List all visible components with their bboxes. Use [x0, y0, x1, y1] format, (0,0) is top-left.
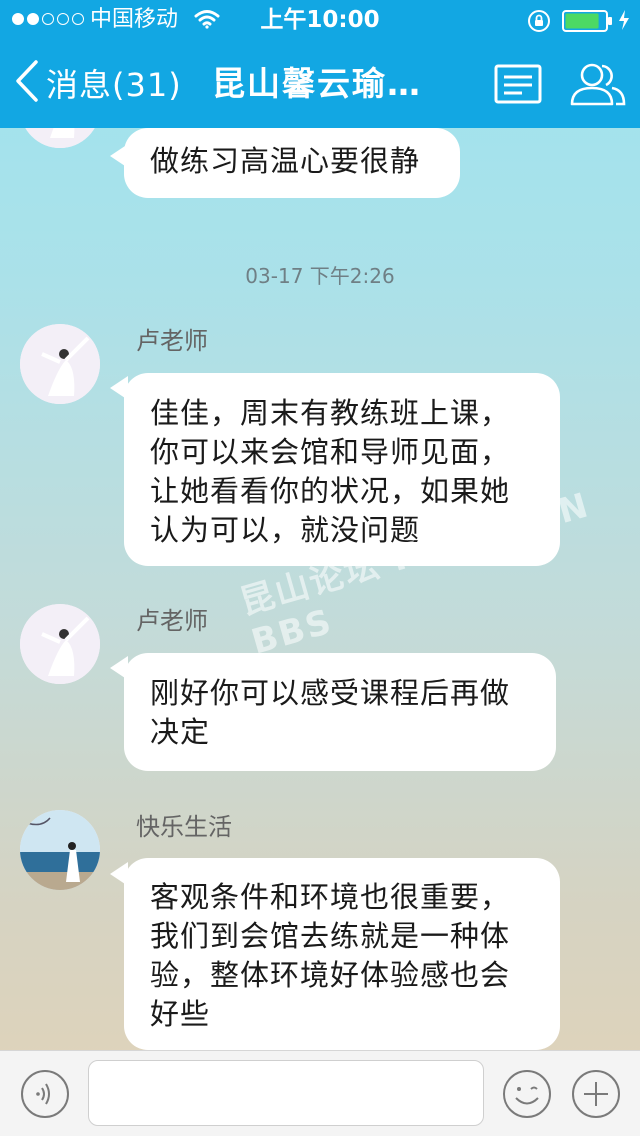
- message-bubble[interactable]: 客观条件和环境也很重要，我们到会馆去练就是一种体验，整体环境好体验感也会好些: [124, 858, 560, 1050]
- rotation-lock-icon: [527, 9, 551, 37]
- charging-icon: [617, 9, 631, 35]
- contacts-icon[interactable]: [568, 60, 628, 112]
- plus-icon[interactable]: [571, 1069, 621, 1123]
- nav-bar: 消息(31) 昆山馨云瑜…: [0, 40, 640, 128]
- avatar[interactable]: [20, 128, 100, 148]
- sender-name: 卢老师: [136, 607, 208, 635]
- message-input[interactable]: [88, 1060, 484, 1126]
- avatar[interactable]: [20, 604, 100, 684]
- sender-name: 卢老师: [136, 327, 208, 355]
- top-bar: 中国移动 上午10:00 消息(31) 昆山馨云瑜…: [0, 0, 640, 128]
- avatar[interactable]: [20, 324, 100, 404]
- battery-icon: [562, 10, 614, 36]
- message-bubble[interactable]: 刚好你可以感受课程后再做决定: [124, 653, 556, 771]
- input-bar: [0, 1050, 640, 1136]
- menu-icon[interactable]: [494, 64, 542, 108]
- status-bar: 中国移动 上午10:00: [0, 0, 640, 40]
- emoji-icon[interactable]: [502, 1069, 552, 1123]
- avatar[interactable]: [20, 810, 100, 890]
- chat-screen: 中国移动 上午10:00 消息(31) 昆山馨云瑜… 做练习高温心要很静 03-…: [0, 0, 640, 1136]
- message-timestamp: 03-17 下午2:26: [245, 264, 395, 288]
- voice-icon[interactable]: [20, 1069, 70, 1123]
- message-bubble[interactable]: 做练习高温心要很静: [124, 128, 460, 198]
- chat-title: 昆山馨云瑜…: [212, 64, 422, 103]
- chevron-left-icon: [14, 59, 40, 107]
- sender-name: 快乐生活: [136, 813, 232, 841]
- back-label: 消息(31): [46, 66, 182, 104]
- chat-messages-area[interactable]: 做练习高温心要很静 03-17 下午2:26 卢老师 佳佳，周末有教练班上课，你…: [0, 128, 640, 1050]
- back-button[interactable]: 消息(31): [14, 58, 182, 108]
